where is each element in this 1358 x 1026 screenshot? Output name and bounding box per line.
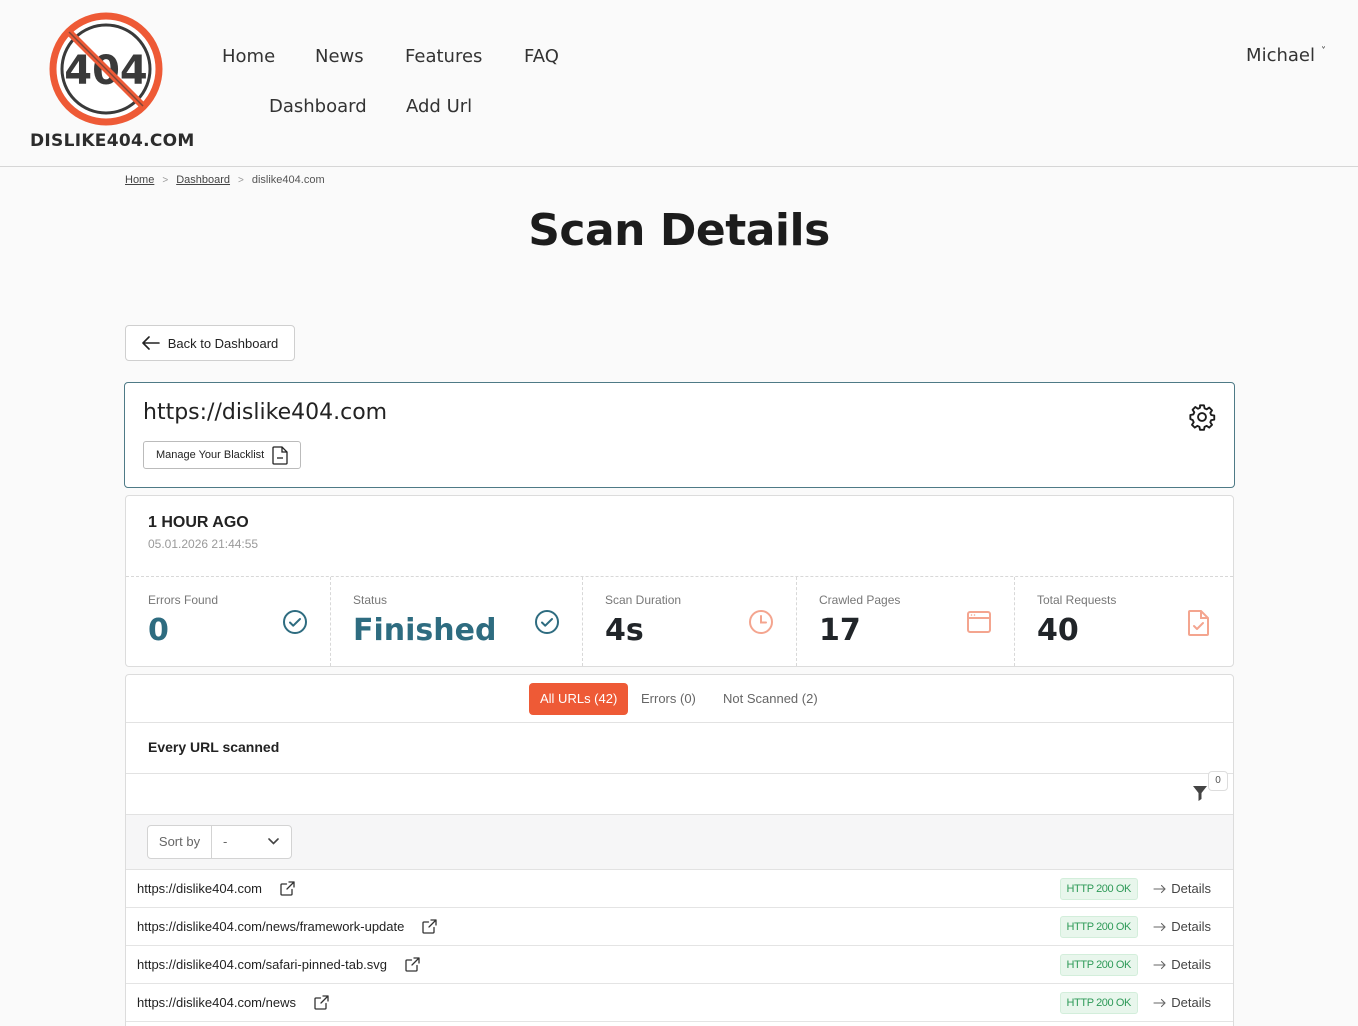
url-tabs: All URLs (42) Errors (0) Not Scanned (2) (126, 675, 1233, 723)
stat-crawled-pages: Crawled Pages 17 (797, 577, 1015, 666)
arrow-left-icon (141, 336, 160, 350)
details-link[interactable]: Details (1153, 881, 1211, 896)
site-url: https://dislike404.com (143, 400, 388, 425)
url-row: https://dislike404.com/safari-pinned-tab… (126, 946, 1233, 984)
filter-bar: 0 (126, 771, 1233, 815)
sort-select[interactable]: - (212, 826, 291, 858)
stat-label: Errors Found (148, 593, 219, 607)
details-label: Details (1171, 995, 1211, 1010)
nav-add-url[interactable]: Add Url (406, 96, 472, 117)
url-row (126, 1022, 1233, 1026)
stat-value: 4s (605, 613, 644, 648)
status-badge: HTTP 200 OK (1059, 916, 1138, 938)
stat-value: 17 (819, 613, 861, 648)
row-url-text[interactable]: https://dislike404.com/news/framework-up… (137, 919, 404, 934)
external-link-icon[interactable] (314, 995, 329, 1010)
settings-gear-icon[interactable] (1188, 403, 1216, 431)
arrow-right-icon (1153, 884, 1167, 893)
stat-value: 0 (148, 613, 169, 648)
stat-value: Finished (353, 613, 497, 648)
urls-card: All URLs (42) Errors (0) Not Scanned (2)… (125, 674, 1234, 1026)
tab-errors[interactable]: Errors (0) (641, 683, 696, 715)
manage-blacklist-button[interactable]: Manage Your Blacklist (143, 441, 302, 469)
tab-not-scanned[interactable]: Not Scanned (2) (723, 683, 818, 715)
user-name: Michael (1246, 45, 1315, 66)
row-url-text[interactable]: https://dislike404.com/safari-pinned-tab… (137, 957, 387, 972)
document-icon (272, 445, 288, 465)
sort-label: Sort by (148, 826, 212, 858)
stat-label: Status (353, 593, 388, 607)
filter-count-badge: 0 (1208, 771, 1228, 791)
sort-selected-value: - (223, 834, 228, 849)
arrow-right-icon (1153, 998, 1167, 1007)
clock-icon (749, 610, 773, 634)
breadcrumb-home[interactable]: Home (125, 174, 154, 186)
stat-scan-duration: Scan Duration 4s (583, 577, 797, 666)
breadcrumb-separator: > (162, 174, 169, 186)
url-row: https://dislike404.com HTTP 200 OK Detai… (126, 870, 1233, 908)
chevron-down-icon: ˅ (1321, 46, 1326, 57)
status-badge: HTTP 200 OK (1059, 954, 1138, 976)
url-row: https://dislike404.com/news HTTP 200 OK … (126, 984, 1233, 1022)
row-url-text[interactable]: https://dislike404.com (137, 881, 262, 896)
row-url-text[interactable]: https://dislike404.com/news (137, 995, 296, 1010)
arrow-right-icon (1153, 922, 1167, 931)
nav-features[interactable]: Features (405, 46, 482, 67)
breadcrumb: Home > Dashboard > dislike404.com (125, 174, 325, 186)
tab-all-urls[interactable]: All URLs (42) (529, 683, 629, 715)
stat-value: 40 (1037, 613, 1079, 648)
nav-news[interactable]: News (315, 46, 364, 67)
details-link[interactable]: Details (1153, 957, 1211, 972)
stats-row: Errors Found 0 Status Finished Scan Dura… (126, 576, 1233, 666)
details-label: Details (1171, 957, 1211, 972)
user-menu[interactable]: Michael ˅ (1246, 45, 1326, 66)
details-link[interactable]: Details (1153, 995, 1211, 1010)
url-row: https://dislike404.com/news/framework-up… (126, 908, 1233, 946)
stat-status: Status Finished (331, 577, 583, 666)
stat-label: Crawled Pages (819, 593, 901, 607)
stat-total-requests: Total Requests 40 (1015, 577, 1233, 666)
document-check-icon (1188, 610, 1209, 636)
nav-home[interactable]: Home (222, 46, 275, 67)
blacklist-button-label: Manage Your Blacklist (156, 449, 265, 461)
scan-relative-time: 1 HOUR AGO (148, 514, 249, 531)
check-circle-icon (283, 610, 307, 634)
breadcrumb-dashboard[interactable]: Dashboard (176, 174, 230, 186)
filter-funnel-icon[interactable] (1192, 784, 1208, 802)
external-link-icon[interactable] (422, 919, 438, 934)
sort-bar: Sort by - (126, 815, 1233, 870)
status-badge: HTTP 200 OK (1059, 992, 1138, 1014)
back-button-label: Back to Dashboard (167, 335, 279, 351)
brand-logo[interactable]: 404 DISLIKE404.COM (30, 10, 195, 155)
external-link-icon[interactable] (280, 881, 295, 896)
arrow-right-icon (1153, 960, 1167, 969)
chevron-down-icon (268, 838, 279, 845)
list-title: Every URL scanned (126, 723, 1233, 774)
browser-window-icon (967, 611, 991, 633)
check-circle-icon (535, 610, 559, 634)
scan-summary-card: 1 HOUR AGO 05.01.2026 21:44:55 Errors Fo… (125, 495, 1234, 667)
stat-label: Total Requests (1037, 593, 1117, 607)
nav-faq[interactable]: FAQ (524, 46, 559, 67)
no-404-logo-icon: 404 (49, 12, 163, 126)
details-label: Details (1171, 919, 1211, 934)
breadcrumb-separator: > (238, 174, 244, 186)
details-link[interactable]: Details (1153, 919, 1211, 934)
details-label: Details (1171, 881, 1211, 896)
site-card: https://dislike404.com Manage Your Black… (124, 382, 1235, 488)
page-title: Scan Details (528, 205, 830, 256)
external-link-icon[interactable] (405, 957, 420, 972)
nav-dashboard[interactable]: Dashboard (269, 96, 367, 117)
breadcrumb-current: dislike404.com (251, 174, 325, 186)
back-to-dashboard-button[interactable]: Back to Dashboard (125, 325, 295, 361)
scan-timestamp: 05.01.2026 21:44:55 (148, 537, 259, 551)
brand-name: DISLIKE404.COM (30, 131, 195, 151)
stat-errors-found: Errors Found 0 (126, 577, 331, 666)
site-header: 404 DISLIKE404.COM Home News Features FA… (0, 0, 1358, 167)
status-badge: HTTP 200 OK (1059, 878, 1138, 900)
stat-label: Scan Duration (605, 593, 682, 607)
sort-control: Sort by - (147, 825, 292, 859)
